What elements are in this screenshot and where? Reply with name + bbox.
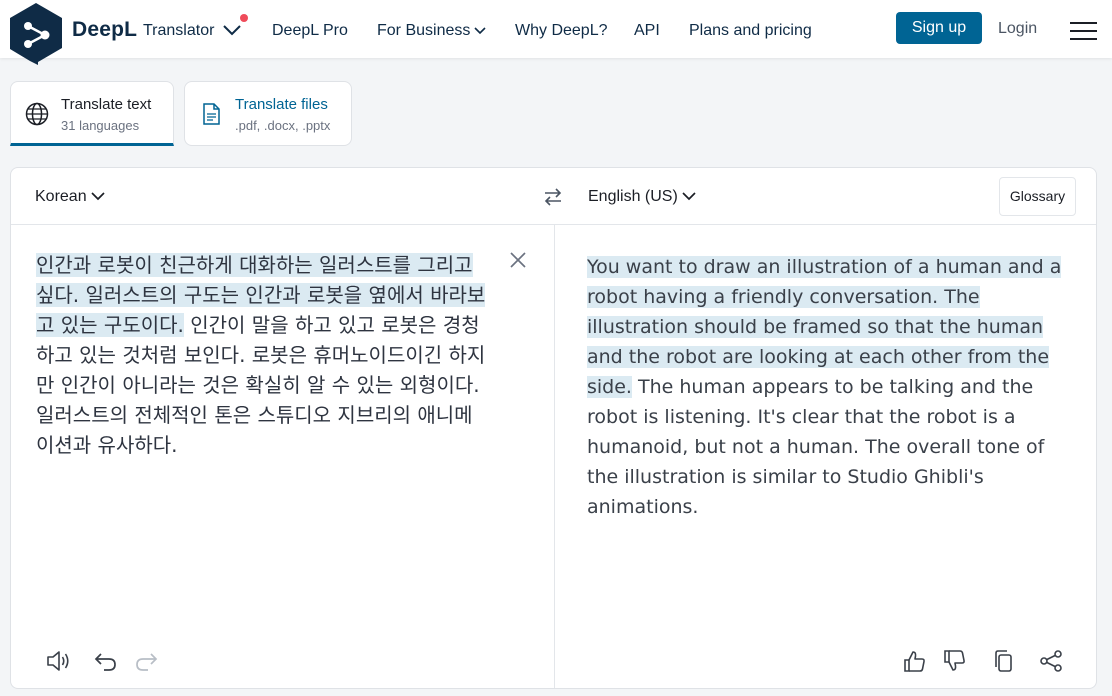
product-name[interactable]: Translator [143,22,214,40]
tab-subtitle: .pdf, .docx, .pptx [235,118,331,133]
brand-name[interactable]: DeepL [72,18,137,42]
nav-link-for-business[interactable]: For Business [377,22,486,40]
target-text-rest: The human appears to be talking and the … [587,376,1045,518]
nav-link-label: For Business [377,22,471,39]
chevron-down-icon [474,27,486,34]
nav-link-api[interactable]: API [634,22,660,40]
top-navigation: DeepL Translator DeepL Pro For Business … [0,0,1112,65]
deepl-logo-icon[interactable] [10,3,62,65]
target-language-label: English (US) [588,188,678,205]
chevron-down-icon [90,192,105,201]
globe-icon [25,102,49,126]
translator-panel: Korean English (US) Glossary 인간과 로봇이 친근하… [10,167,1097,689]
target-language-select[interactable]: English (US) [588,188,696,206]
nav-link-deepl-pro[interactable]: DeepL Pro [272,22,348,40]
source-language-label: Korean [35,188,87,205]
nav-link-plans-pricing[interactable]: Plans and pricing [689,22,812,40]
tab-subtitle: 31 languages [61,118,140,133]
language-bar: Korean English (US) Glossary [11,168,1096,225]
thumbs-down-icon[interactable] [942,648,968,674]
tab-title: Translate files [235,96,328,113]
glossary-button[interactable]: Glossary [999,177,1076,216]
speaker-icon[interactable] [45,648,71,674]
source-textarea[interactable]: 인간과 로봇이 친근하게 대화하는 일러스트를 그리고 싶다. 일러스트의 구도… [36,250,488,460]
translation-output[interactable]: You want to draw an illustration of a hu… [587,252,1079,522]
tab-translate-text[interactable]: Translate text 31 languages [10,81,174,146]
notification-dot [240,14,248,22]
signup-button[interactable]: Sign up [896,12,982,44]
source-language-select[interactable]: Korean [35,188,105,206]
copy-icon[interactable] [991,648,1017,674]
document-icon [203,103,220,125]
share-icon[interactable] [1038,648,1064,674]
tab-translate-files[interactable]: Translate files .pdf, .docx, .pptx [184,81,352,146]
close-icon[interactable] [508,250,528,270]
tab-title: Translate text [61,96,152,113]
panel-divider [554,225,555,688]
chevron-down-icon [682,192,696,201]
undo-icon[interactable] [93,648,119,674]
login-link[interactable]: Login [998,20,1037,38]
thumbs-up-icon[interactable] [902,648,928,674]
nav-link-why-deepl[interactable]: Why DeepL? [515,22,608,40]
chevron-down-icon[interactable] [222,22,242,38]
hamburger-menu-icon[interactable] [1070,20,1097,40]
redo-icon[interactable] [133,648,159,674]
swap-languages-icon[interactable] [542,186,564,208]
